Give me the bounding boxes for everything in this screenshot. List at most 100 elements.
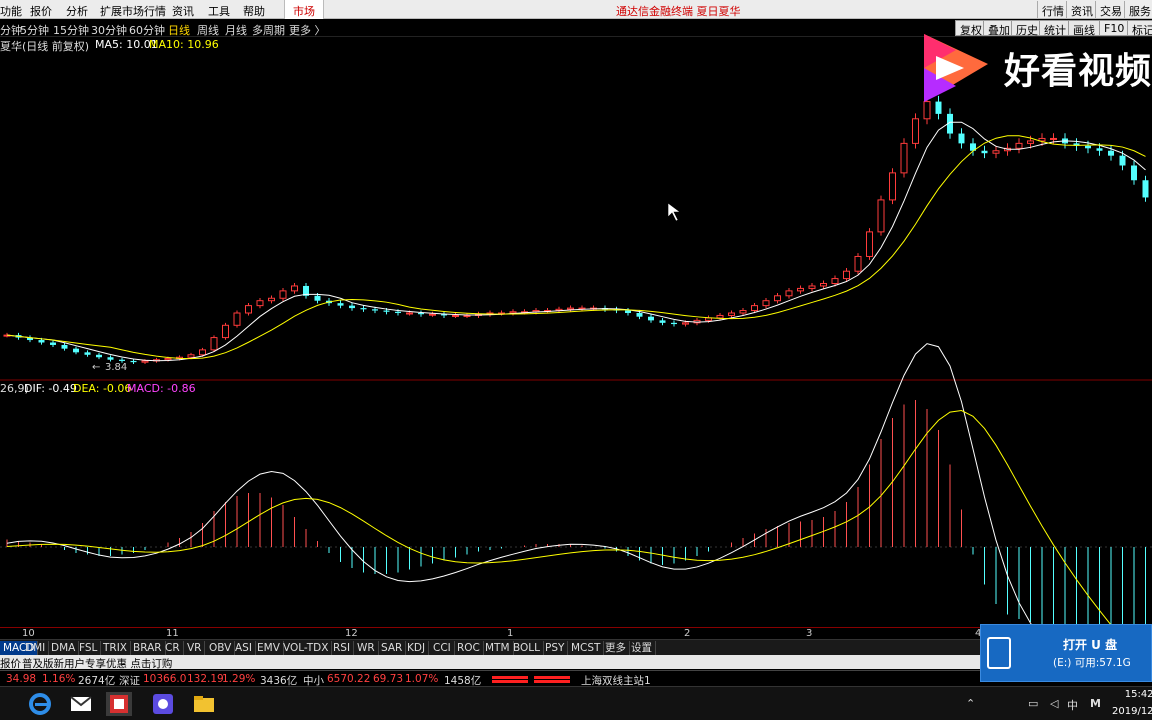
menu-quote[interactable]: 报价	[30, 3, 52, 19]
usb-open-title[interactable]: 打开 U 盘	[1063, 636, 1117, 653]
indicator-tab-[interactable]: 设置	[628, 641, 656, 655]
title-promo[interactable]: 通达信金融终端 夏日夏华	[616, 3, 741, 19]
promo-quote-link[interactable]: 报价	[0, 656, 21, 671]
candle	[900, 138, 908, 178]
kline-chart[interactable]: 3.84 ←	[0, 37, 1152, 627]
candle	[337, 300, 344, 309]
period-15min[interactable]: 15分钟	[53, 22, 89, 38]
haokan-video-watermark: 好看视频	[916, 28, 1152, 110]
ime-mode[interactable]: M	[1090, 697, 1101, 710]
candle	[349, 302, 355, 311]
tdx-app-icon[interactable]	[106, 692, 132, 716]
candle	[774, 292, 781, 304]
top-button-quote[interactable]: 行情	[1037, 1, 1068, 18]
period-60min[interactable]: 60分钟	[129, 22, 165, 38]
indicator-tab-wr[interactable]: WR	[354, 641, 379, 655]
candle	[303, 283, 309, 299]
zx-value: 6570.22	[327, 673, 371, 685]
indicator-tab-obv[interactable]: OBV	[206, 641, 236, 655]
top-button-service[interactable]: 服务	[1124, 1, 1152, 18]
candle	[648, 314, 654, 323]
indicator-tab-cci[interactable]: CCI	[430, 641, 455, 655]
period-daily[interactable]: 日线	[168, 22, 190, 38]
indicator-tab-dmi[interactable]: DMI	[22, 641, 50, 655]
mail-icon[interactable]	[68, 692, 94, 716]
menu-help[interactable]: 帮助	[243, 3, 265, 19]
indicator-tab-psy[interactable]: PSY	[542, 641, 569, 655]
low-arrow: ←	[92, 362, 100, 373]
candle	[889, 168, 896, 205]
date-label: 3	[806, 628, 813, 639]
ime-indicator[interactable]: 中	[1067, 697, 1078, 713]
menu-tools[interactable]: 工具	[208, 3, 230, 19]
tray-volume-icon[interactable]: ◁	[1050, 697, 1058, 710]
candle	[625, 307, 631, 316]
date-label: 10	[22, 628, 35, 639]
indicator-tab-sar[interactable]: SAR	[378, 641, 407, 655]
indicator-tab-voltdx[interactable]: VOL-TDX	[280, 641, 333, 655]
browser-icon[interactable]	[27, 692, 53, 716]
indicator-tabs: MACD DMI DMA FSL TRIX BRAR CR VR OBV ASI EMV VOL-TD…	[0, 639, 980, 655]
candle	[843, 268, 850, 282]
clock-date: 2019/12	[1112, 706, 1152, 717]
play-logo-icon	[924, 34, 988, 102]
period-30min[interactable]: 30分钟	[91, 22, 127, 38]
candle	[210, 335, 218, 352]
period-5min[interactable]: 5分钟	[20, 22, 49, 38]
indicator-tab-brar[interactable]: BRAR	[130, 641, 166, 655]
tray-chevron-icon[interactable]: ⌃	[966, 697, 975, 710]
candle	[509, 309, 517, 316]
top-button-trade[interactable]: 交易	[1095, 1, 1126, 18]
period-multi[interactable]: 多周期	[252, 22, 285, 38]
indicator-tab-asi[interactable]: ASI	[232, 641, 256, 655]
period-1min[interactable]: 分钟	[0, 22, 22, 38]
dea-line	[6, 410, 1114, 627]
usb-notification[interactable]: 打开 U 盘 (E:) 可用:57.1G	[980, 624, 1152, 682]
candle	[808, 283, 816, 292]
market-tab[interactable]: 市场	[284, 0, 324, 19]
candle	[418, 310, 424, 317]
menu-function[interactable]: 功能	[0, 3, 22, 19]
indicator-tab-boll[interactable]: BOLL	[510, 641, 544, 655]
indicator-tab-kdj[interactable]: KDJ	[404, 641, 430, 655]
period-more[interactable]: 更多 〉	[289, 22, 326, 38]
candle	[958, 128, 965, 149]
taskbar-clock[interactable]: 15:42 2019/12	[1112, 689, 1152, 717]
menu-analysis[interactable]: 分析	[66, 3, 88, 19]
index-quote-bar: 34.98 1.16% 2674亿 深证 10366.0 132.19 1.29…	[0, 670, 980, 687]
tray-network-icon[interactable]: ▭	[1028, 697, 1038, 710]
candle	[820, 280, 827, 289]
macd-histogram	[6, 400, 1146, 627]
app-icon[interactable]	[150, 692, 176, 716]
indicator-tab-[interactable]: 更多	[602, 641, 630, 655]
usb-drive-icon	[987, 637, 1011, 669]
indicator-tab-trix[interactable]: TRIX	[100, 641, 131, 655]
indicator-tab-dma[interactable]: DMA	[48, 641, 80, 655]
indicator-tab-mcst[interactable]: MCST	[568, 641, 605, 655]
zx-change: 69.73	[373, 673, 404, 685]
candle	[96, 352, 102, 360]
candle	[73, 346, 79, 355]
indicator-tab-cr[interactable]: CR	[162, 641, 184, 655]
top-button-news[interactable]: 资讯	[1066, 1, 1097, 18]
indicator-tab-fsl[interactable]: FSL	[76, 641, 102, 655]
period-monthly[interactable]: 月线	[225, 22, 247, 38]
candle	[877, 195, 885, 236]
promo-subscribe-link[interactable]: 普及版新用户专享优惠 点击订购	[22, 656, 172, 671]
period-weekly[interactable]: 周线	[197, 22, 219, 38]
sh-pct: 1.16%	[42, 673, 76, 685]
candle	[84, 350, 91, 357]
menu-extended-market[interactable]: 扩展市场行情	[100, 3, 166, 19]
menu-news[interactable]: 资讯	[172, 3, 194, 19]
date-label: 2	[684, 628, 691, 639]
folder-icon[interactable]	[191, 692, 217, 716]
indicator-tab-mtm[interactable]: MTM	[482, 641, 514, 655]
indicator-tab-vr[interactable]: VR	[184, 641, 206, 655]
candle	[245, 302, 252, 316]
sh-value[interactable]: 34.98	[6, 673, 36, 685]
candle	[222, 322, 229, 340]
indicator-tab-roc[interactable]: ROC	[454, 641, 484, 655]
candle	[279, 287, 287, 302]
candle	[107, 355, 114, 362]
indicator-tab-rsi[interactable]: RSI	[330, 641, 355, 655]
